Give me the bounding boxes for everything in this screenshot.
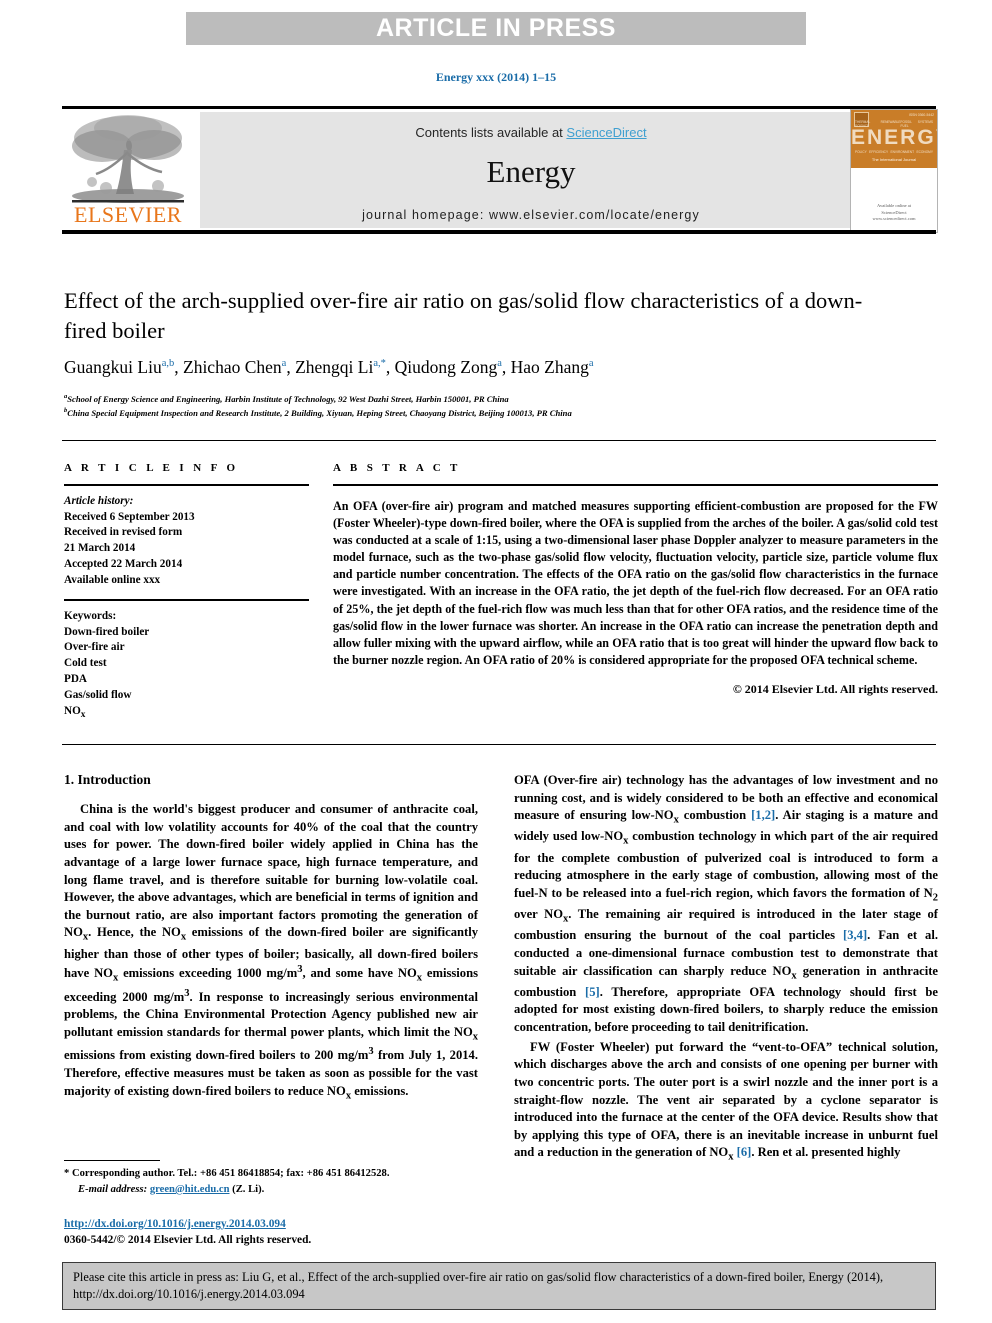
keyword-item-nox: NOx bbox=[64, 705, 86, 721]
masthead-top-rule bbox=[62, 106, 936, 109]
article-info-divider bbox=[64, 484, 309, 486]
body-paragraph: FW (Foster Wheeler) put forward the “ven… bbox=[514, 1039, 938, 1166]
article-history-block: Article history: Received 6 September 20… bbox=[64, 494, 309, 589]
author-separator: , bbox=[501, 357, 511, 377]
author-separator: , bbox=[385, 357, 395, 377]
author-affil-mark: a bbox=[588, 358, 594, 370]
journal-cover-thumbnail: ISSN 0360-5442 THERMAL SCIENCE RENEWABLE… bbox=[850, 109, 938, 233]
author-affil-mark: a,* bbox=[373, 358, 386, 370]
keyword-item: Over-fire air bbox=[64, 641, 125, 654]
footnote-block: * Corresponding author. Tel.: +86 451 86… bbox=[64, 1166, 484, 1198]
cover-subtitle: The International Journal bbox=[871, 157, 917, 162]
affiliation-item: aSchool of Energy Science and Engineerin… bbox=[64, 392, 934, 406]
keyword-item: Cold test bbox=[64, 657, 107, 670]
cite-this-article-box: Please cite this article in press as: Li… bbox=[62, 1262, 936, 1310]
citation-ref[interactable]: [1,2] bbox=[751, 808, 775, 822]
contents-available-line: Contents lists available at ScienceDirec… bbox=[200, 125, 862, 140]
author-name: Zhengqi Li bbox=[295, 357, 374, 377]
paragraph-text: OFA (Over-fire air) technology has the a… bbox=[514, 773, 938, 1035]
email-line: E-mail address: green@hit.edu.cn (Z. Li)… bbox=[64, 1182, 484, 1198]
abstract-copyright: © 2014 Elsevier Ltd. All rights reserved… bbox=[732, 682, 938, 697]
email-label: E-mail address: bbox=[78, 1183, 148, 1195]
article-history-item: Received in revised form bbox=[64, 526, 183, 539]
article-in-press-banner: ARTICLE IN PRESS bbox=[186, 12, 806, 45]
keyword-item: Gas/solid flow bbox=[64, 689, 132, 702]
article-history-item: Accepted 22 March 2014 bbox=[64, 558, 183, 571]
author-name: Hao Zhang bbox=[510, 357, 589, 377]
affiliation-text: School of Energy Science and Engineering… bbox=[67, 393, 509, 404]
keyword-item: Down-fired boiler bbox=[64, 625, 150, 638]
citation-ref[interactable]: [5] bbox=[585, 985, 600, 999]
email-link[interactable]: green@hit.edu.cn bbox=[150, 1184, 230, 1195]
elsevier-wordmark: ELSEVIER bbox=[74, 202, 182, 227]
abstract-heading: A B S T R A C T bbox=[333, 462, 461, 474]
masthead-bottom-rule bbox=[62, 230, 936, 234]
article-history-label: Article history: bbox=[64, 494, 134, 507]
article-title: Effect of the arch-supplied over-fire ai… bbox=[64, 288, 863, 343]
author-name: Guangkui Liu bbox=[64, 357, 162, 377]
article-info-column: A R T I C L E I N F O Article history: R… bbox=[64, 462, 309, 723]
paragraph-text: FW (Foster Wheeler) put forward the “ven… bbox=[514, 1039, 938, 1163]
article-history-item: Received 6 September 2013 bbox=[64, 510, 195, 523]
email-owner: (Z. Li). bbox=[232, 1183, 265, 1195]
journal-title: Energy bbox=[486, 154, 576, 189]
body-paragraph: OFA (Over-fire air) technology has the a… bbox=[514, 772, 938, 1037]
keywords-divider bbox=[64, 599, 309, 601]
corresponding-author-note: * Corresponding author. Tel.: +86 451 86… bbox=[64, 1168, 390, 1179]
doi-link[interactable]: http://dx.doi.org/10.1016/j.energy.2014.… bbox=[64, 1218, 286, 1230]
section-heading-introduction: 1. Introduction bbox=[64, 772, 151, 787]
affiliation-list: aSchool of Energy Science and Engineerin… bbox=[64, 392, 934, 420]
abstract-column: A B S T R A C T An OFA (over-fire air) p… bbox=[333, 462, 938, 697]
cover-bottom-panel: Available online at ScienceDirect www.scie… bbox=[851, 168, 937, 231]
issn-copyright-line: 0360-5442/© 2014 Elsevier Ltd. All right… bbox=[64, 1234, 312, 1247]
footnote-rule bbox=[64, 1160, 160, 1161]
journal-masthead: ELSEVIER Contents lists available at Sci… bbox=[62, 106, 938, 234]
author-affil-mark: a,b bbox=[161, 358, 175, 370]
doi-block: http://dx.doi.org/10.1016/j.energy.2014.… bbox=[64, 1216, 494, 1248]
cover-top-panel: ISSN 0360-5442 THERMAL SCIENCE RENEWABLE… bbox=[851, 110, 937, 168]
journal-homepage-line: journal homepage: www.elsevier.com/locat… bbox=[362, 208, 700, 222]
article-history-item: Available online xxx bbox=[64, 574, 161, 587]
article-info-heading: A R T I C L E I N F O bbox=[64, 462, 239, 474]
contents-prefix-text: Contents lists available at bbox=[415, 125, 567, 140]
cover-publisher-lines: Available online at ScienceDirect www.scie… bbox=[872, 202, 916, 222]
cover-topic: ENVIRONMENT bbox=[890, 150, 915, 154]
citation-ref[interactable]: [6] bbox=[737, 1145, 752, 1159]
info-section-top-rule bbox=[62, 440, 936, 441]
affiliation-item: bChina Special Equipment Inspection and … bbox=[64, 406, 934, 420]
cite-this-article-text: Please cite this article in press as: Li… bbox=[73, 1270, 884, 1301]
cover-title-word: ENERGY bbox=[851, 126, 937, 149]
running-head: Energy xxx (2014) 1–15 bbox=[435, 70, 557, 84]
author-name: Zhichao Chen bbox=[183, 357, 282, 377]
affiliation-text: China Special Equipment Inspection and R… bbox=[67, 408, 572, 419]
author-separator: , bbox=[286, 357, 296, 377]
paragraph-text: China is the world's biggest producer an… bbox=[64, 802, 478, 1102]
body-paragraph: China is the world's biggest producer an… bbox=[64, 801, 478, 1104]
body-section-top-rule bbox=[62, 744, 936, 745]
cover-topic: ECONOMY bbox=[916, 150, 933, 154]
cover-issn-label: ISSN 0360-5442 bbox=[908, 113, 934, 117]
elsevier-tree-logo: ELSEVIER bbox=[62, 112, 194, 228]
keywords-block: Keywords: Down-fired boiler Over-fire ai… bbox=[64, 609, 309, 723]
body-column-right: OFA (Over-fire air) technology has the a… bbox=[514, 772, 938, 1168]
cover-topic-row-bottom: POLICY EFFICIENCY ENVIRONMENT ECONOMY bbox=[855, 150, 933, 154]
cover-topic: EFFICIENCY bbox=[869, 150, 889, 154]
abstract-text: An OFA (over-fire air) program and match… bbox=[333, 498, 938, 668]
body-column-left: 1. Introduction China is the world's big… bbox=[64, 772, 478, 1106]
author-separator: , bbox=[174, 357, 183, 377]
author-name: Qiudong Zong bbox=[394, 357, 498, 377]
keywords-label: Keywords: bbox=[64, 609, 117, 622]
article-history-item: 21 March 2014 bbox=[64, 542, 136, 555]
keyword-item: PDA bbox=[64, 673, 87, 686]
sciencedirect-link[interactable]: ScienceDirect bbox=[566, 125, 646, 140]
masthead-center-band: Contents lists available at ScienceDirec… bbox=[200, 112, 862, 228]
author-list: Guangkui Liua,b, Zhichao Chen a, Zhengqi … bbox=[64, 357, 924, 378]
abstract-divider bbox=[333, 484, 938, 486]
cover-topic: POLICY bbox=[855, 150, 867, 154]
article-page: ARTICLE IN PRESS Energy xxx (2014) 1–15 bbox=[0, 0, 992, 1323]
citation-ref[interactable]: [3,4] bbox=[843, 928, 867, 942]
article-in-press-label: ARTICLE IN PRESS bbox=[376, 14, 616, 42]
